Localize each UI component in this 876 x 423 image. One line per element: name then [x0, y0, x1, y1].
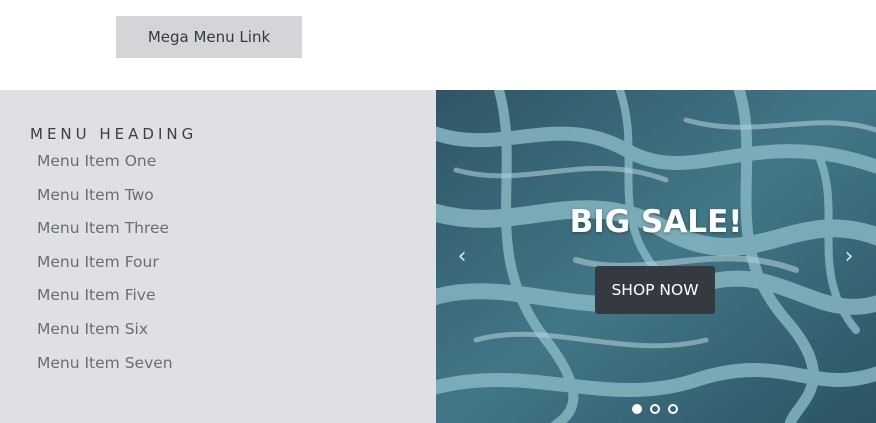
menu-item-one[interactable]: Menu Item One	[37, 145, 436, 179]
menu-item-two[interactable]: Menu Item Two	[37, 179, 436, 213]
menu-item-four[interactable]: Menu Item Four	[37, 246, 436, 280]
shop-now-label: SHOP NOW	[611, 281, 699, 299]
menu-item-six[interactable]: Menu Item Six	[37, 313, 436, 347]
promo-carousel: ‹ › BIG SALE! SHOP NOW	[436, 90, 876, 423]
menu-column: MENU HEADING Menu Item One Menu Item Two…	[0, 90, 436, 423]
menu-item-five[interactable]: Menu Item Five	[37, 279, 436, 313]
menu-item-three[interactable]: Menu Item Three	[37, 212, 436, 246]
carousel-indicator-3[interactable]	[668, 404, 678, 414]
carousel-next-button[interactable]: ›	[839, 242, 859, 270]
mega-menu-panel: MENU HEADING Menu Item One Menu Item Two…	[0, 90, 876, 423]
menu-list: Menu Item One Menu Item Two Menu Item Th…	[37, 145, 436, 380]
page: Mega Menu Link MENU HEADING Menu Item On…	[0, 0, 876, 423]
carousel-indicator-1[interactable]	[632, 404, 642, 414]
mega-menu-link-label: Mega Menu Link	[147, 28, 271, 46]
shop-now-button[interactable]: SHOP NOW	[595, 266, 715, 314]
slide-title: BIG SALE!	[569, 204, 743, 240]
mega-menu-link[interactable]: Mega Menu Link	[116, 16, 302, 58]
menu-item-seven[interactable]: Menu Item Seven	[37, 347, 436, 381]
carousel-indicators	[632, 404, 678, 414]
chevron-left-icon: ‹	[457, 243, 467, 269]
carousel-indicator-2[interactable]	[650, 404, 660, 414]
carousel-background-image	[436, 90, 876, 423]
menu-heading: MENU HEADING	[30, 125, 198, 143]
carousel-prev-button[interactable]: ‹	[452, 242, 472, 270]
chevron-right-icon: ›	[844, 243, 854, 269]
